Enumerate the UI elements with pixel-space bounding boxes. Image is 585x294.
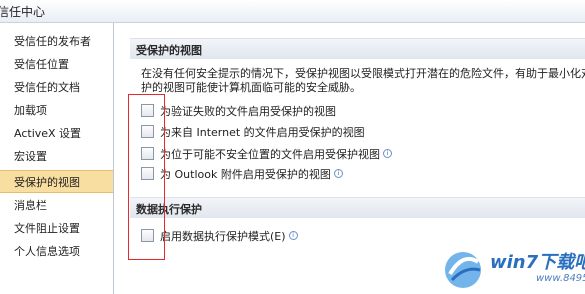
window-title: 信任中心 bbox=[0, 5, 46, 19]
sidebar-item-trusted-locations[interactable]: 受信任位置 bbox=[0, 53, 113, 74]
option-label: 为位于可能不安全位置的文件启用受保护视图 bbox=[160, 148, 380, 161]
sidebar-item-message-bar[interactable]: 消息栏 bbox=[0, 194, 113, 215]
section-header-dep: 数据执行保护 bbox=[130, 197, 585, 218]
watermark-brand: win7下载吧 bbox=[490, 252, 585, 273]
protected-view-description: 在没有任何安全提示的情况下，受保护视图以受限模式打开潜在的危险文件，有助于最小化… bbox=[141, 67, 585, 94]
title-bar: 信任中心 bbox=[0, 0, 585, 23]
sidebar-item-trusted-documents[interactable]: 受信任的文档 bbox=[0, 76, 113, 97]
highlight-annotation-box bbox=[128, 94, 165, 260]
sidebar-item-macro[interactable]: 宏设置 bbox=[0, 145, 113, 166]
info-icon[interactable]: i bbox=[288, 231, 298, 240]
sidebar-item-file-block[interactable]: 文件阻止设置 bbox=[0, 217, 113, 238]
option-label: 为来自 Internet 的文件启用受保护的视图 bbox=[160, 126, 365, 139]
watermark-url: www.8495.com bbox=[536, 273, 585, 284]
info-icon[interactable]: i bbox=[333, 169, 343, 178]
sidebar-item-privacy[interactable]: 个人信息选项 bbox=[0, 240, 113, 261]
sidebar-item-add-ins[interactable]: 加载项 bbox=[0, 99, 113, 120]
sidebar-item-activex[interactable]: ActiveX 设置 bbox=[0, 122, 113, 143]
sidebar: 受信任的发布者 受信任位置 受信任的文档 加载项 ActiveX 设置 宏设置 … bbox=[0, 23, 114, 294]
option-label: 为验证失败的文件启用受保护的视图 bbox=[160, 105, 336, 118]
section-header-protected-view: 受保护的视图 bbox=[130, 38, 585, 59]
watermark-logo-icon bbox=[445, 252, 481, 288]
option-label: 为 Outlook 附件启用受保护的视图 bbox=[160, 168, 331, 181]
sidebar-item-protected-view[interactable]: 受保护的视图 bbox=[0, 170, 113, 193]
info-icon[interactable]: i bbox=[383, 149, 392, 158]
sidebar-item-trusted-publishers[interactable]: 受信任的发布者 bbox=[0, 30, 113, 51]
option-label: 启用数据执行保护模式(E) bbox=[160, 230, 286, 243]
watermark: win7下载吧 www.8495.com bbox=[440, 246, 585, 292]
